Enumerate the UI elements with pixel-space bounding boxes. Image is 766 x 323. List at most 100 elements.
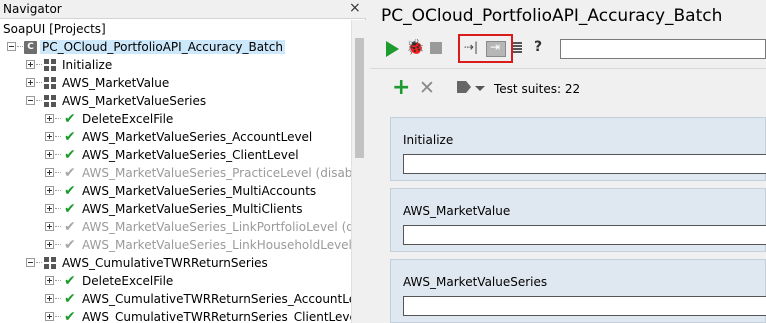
bug-icon[interactable]: 🐞 (406, 38, 425, 56)
divider (370, 68, 766, 69)
case-label: DeleteExcelFile (82, 274, 174, 288)
check-icon: ✔ (64, 111, 76, 127)
tree-case-row[interactable]: ✔ AWS_CumulativeTWRReturnSeries_ClientLe… (0, 308, 351, 323)
tree-connector (36, 262, 42, 263)
case-label: AWS_MarketValueSeries_AccountLevel (82, 130, 313, 144)
case-label: AWS_CumulativeTWRReturnSeries_ClientLeve… (82, 310, 351, 323)
remove-suite-button[interactable]: ✕ (419, 76, 435, 100)
case-label: AWS_MarketValueSeries_MultiAccounts (82, 184, 317, 198)
test-suite-icon (44, 59, 56, 71)
suite-label: AWS_CumulativeTWRReturnSeries (62, 256, 268, 270)
tree-suite-row[interactable]: Initialize (0, 56, 351, 74)
expand-toggle[interactable] (45, 168, 54, 177)
suite-card[interactable]: AWS_MarketValue (390, 188, 766, 252)
tree-connector (55, 316, 61, 317)
suite-label: Initialize (62, 58, 113, 72)
scrollbar-thumb[interactable] (355, 38, 364, 158)
case-label: DeleteExcelFile (82, 112, 174, 126)
collapse-toggle[interactable] (26, 258, 35, 267)
suite-card-name: AWS_MarketValue (403, 204, 511, 218)
tag-icon[interactable] (457, 81, 471, 93)
expand-toggle[interactable] (26, 60, 35, 69)
tree-connector (55, 154, 61, 155)
add-suite-button[interactable]: + (392, 76, 410, 100)
close-icon[interactable]: × (349, 0, 361, 16)
tree-connector (55, 244, 61, 245)
expand-toggle[interactable] (45, 222, 54, 231)
check-disabled-icon: ✔ (64, 237, 76, 253)
suites-list: Initialize AWS_MarketValue AWS_MarketVal… (390, 110, 766, 323)
case-label: AWS_MarketValueSeries_LinkHouseholdLevel… (82, 238, 351, 252)
navigator-header: Navigator × (0, 0, 366, 19)
page-title: PC_OCloud_PortfolioAPI_Accuracy_Batch (381, 6, 723, 26)
stop-icon[interactable] (430, 42, 442, 54)
tree-case-row[interactable]: ✔ AWS_MarketValueSeries_ClientLevel (0, 146, 351, 164)
test-suite-icon (44, 95, 56, 107)
tree-case-row[interactable]: ✔ AWS_MarketValueSeries_MultiAccounts (0, 182, 351, 200)
navigator-title: Navigator (3, 2, 62, 16)
tree-connector (36, 100, 42, 101)
expand-toggle[interactable] (26, 78, 35, 87)
expand-toggle[interactable] (45, 276, 54, 285)
collapse-toggle[interactable] (26, 96, 35, 105)
step-icon[interactable]: ⇢| (464, 40, 482, 58)
tree-suite-row[interactable]: AWS_MarketValue (0, 74, 351, 92)
test-suite-icon (44, 77, 56, 89)
tree-project-row[interactable]: C PC_OCloud_PortfolioAPI_Accuracy_Batch (0, 38, 351, 56)
suite-progress-bar (403, 225, 766, 245)
check-disabled-icon: ✔ (64, 219, 76, 235)
tree-connector (55, 136, 61, 137)
case-label: AWS_MarketValueSeries_LinkPortfolioLevel… (82, 220, 351, 234)
collapse-toggle[interactable] (7, 42, 16, 51)
project-tree: SoapUI [Projects] C PC_OCloud_PortfolioA… (0, 20, 351, 323)
suite-progress-bar (403, 296, 766, 316)
expand-toggle[interactable] (45, 294, 54, 303)
tree-case-row[interactable]: ✔ AWS_MarketValueSeries_MultiClients (0, 200, 351, 218)
tree-suite-row[interactable]: AWS_MarketValueSeries (0, 92, 351, 110)
tree-suite-row[interactable]: AWS_CumulativeTWRReturnSeries (0, 254, 351, 272)
chevron-down-icon[interactable] (475, 86, 485, 91)
tree-case-row[interactable]: ✔ DeleteExcelFile (0, 272, 351, 290)
expand-toggle[interactable] (45, 204, 54, 213)
redirect-icon[interactable] (486, 40, 506, 57)
list-icon[interactable] (513, 42, 522, 54)
case-label: AWS_CumulativeTWRReturnSeries_AccountLev… (82, 292, 351, 306)
tree-root[interactable]: SoapUI [Projects] (0, 20, 351, 38)
tree-connector (55, 118, 61, 119)
case-label: AWS_MarketValueSeries_ClientLevel (82, 148, 299, 162)
workspace-label: SoapUI [Projects] (3, 22, 106, 36)
tree-connector (55, 226, 61, 227)
suite-card-name: Initialize (403, 133, 454, 147)
check-icon: ✔ (64, 129, 76, 145)
suites-toolbar: + ✕ Test suites: 22 (370, 76, 766, 102)
expand-toggle[interactable] (45, 312, 54, 321)
tree-connector (55, 190, 61, 191)
project-icon: C (24, 41, 37, 54)
tree-case-row[interactable]: ✔ DeleteExcelFile (0, 110, 351, 128)
expand-toggle[interactable] (45, 150, 54, 159)
tree-connector (17, 46, 23, 47)
check-icon: ✔ (64, 291, 76, 307)
search-input[interactable] (560, 39, 766, 59)
expand-toggle[interactable] (45, 240, 54, 249)
tree-case-row[interactable]: ✔ AWS_CumulativeTWRReturnSeries_AccountL… (0, 290, 351, 308)
tree-case-row-disabled[interactable]: ✔ AWS_MarketValueSeries_PracticeLevel (d… (0, 164, 351, 182)
expand-toggle[interactable] (45, 132, 54, 141)
expand-toggle[interactable] (45, 186, 54, 195)
tree-case-row-disabled[interactable]: ✔ AWS_MarketValueSeries_LinkHouseholdLev… (0, 236, 351, 254)
suite-card[interactable]: AWS_MarketValueSeries (390, 259, 766, 323)
play-icon[interactable] (386, 41, 399, 57)
tree-case-row-disabled[interactable]: ✔ AWS_MarketValueSeries_LinkPortfolioLev… (0, 218, 351, 236)
tree-connector (36, 82, 42, 83)
suite-card[interactable]: Initialize (390, 117, 766, 181)
case-label: AWS_MarketValueSeries_PracticeLevel (dis… (82, 166, 351, 180)
suites-count: Test suites: 22 (494, 82, 581, 96)
help-icon[interactable]: ? (534, 39, 552, 57)
suite-progress-bar (403, 154, 766, 174)
navigator-panel: Navigator × SoapUI [Projects] C PC_OClou… (0, 0, 366, 323)
check-icon: ✔ (64, 273, 76, 289)
expand-toggle[interactable] (45, 114, 54, 123)
navigator-scrollbar[interactable] (351, 20, 366, 323)
tree-case-row[interactable]: ✔ AWS_MarketValueSeries_AccountLevel (0, 128, 351, 146)
check-icon: ✔ (64, 183, 76, 199)
